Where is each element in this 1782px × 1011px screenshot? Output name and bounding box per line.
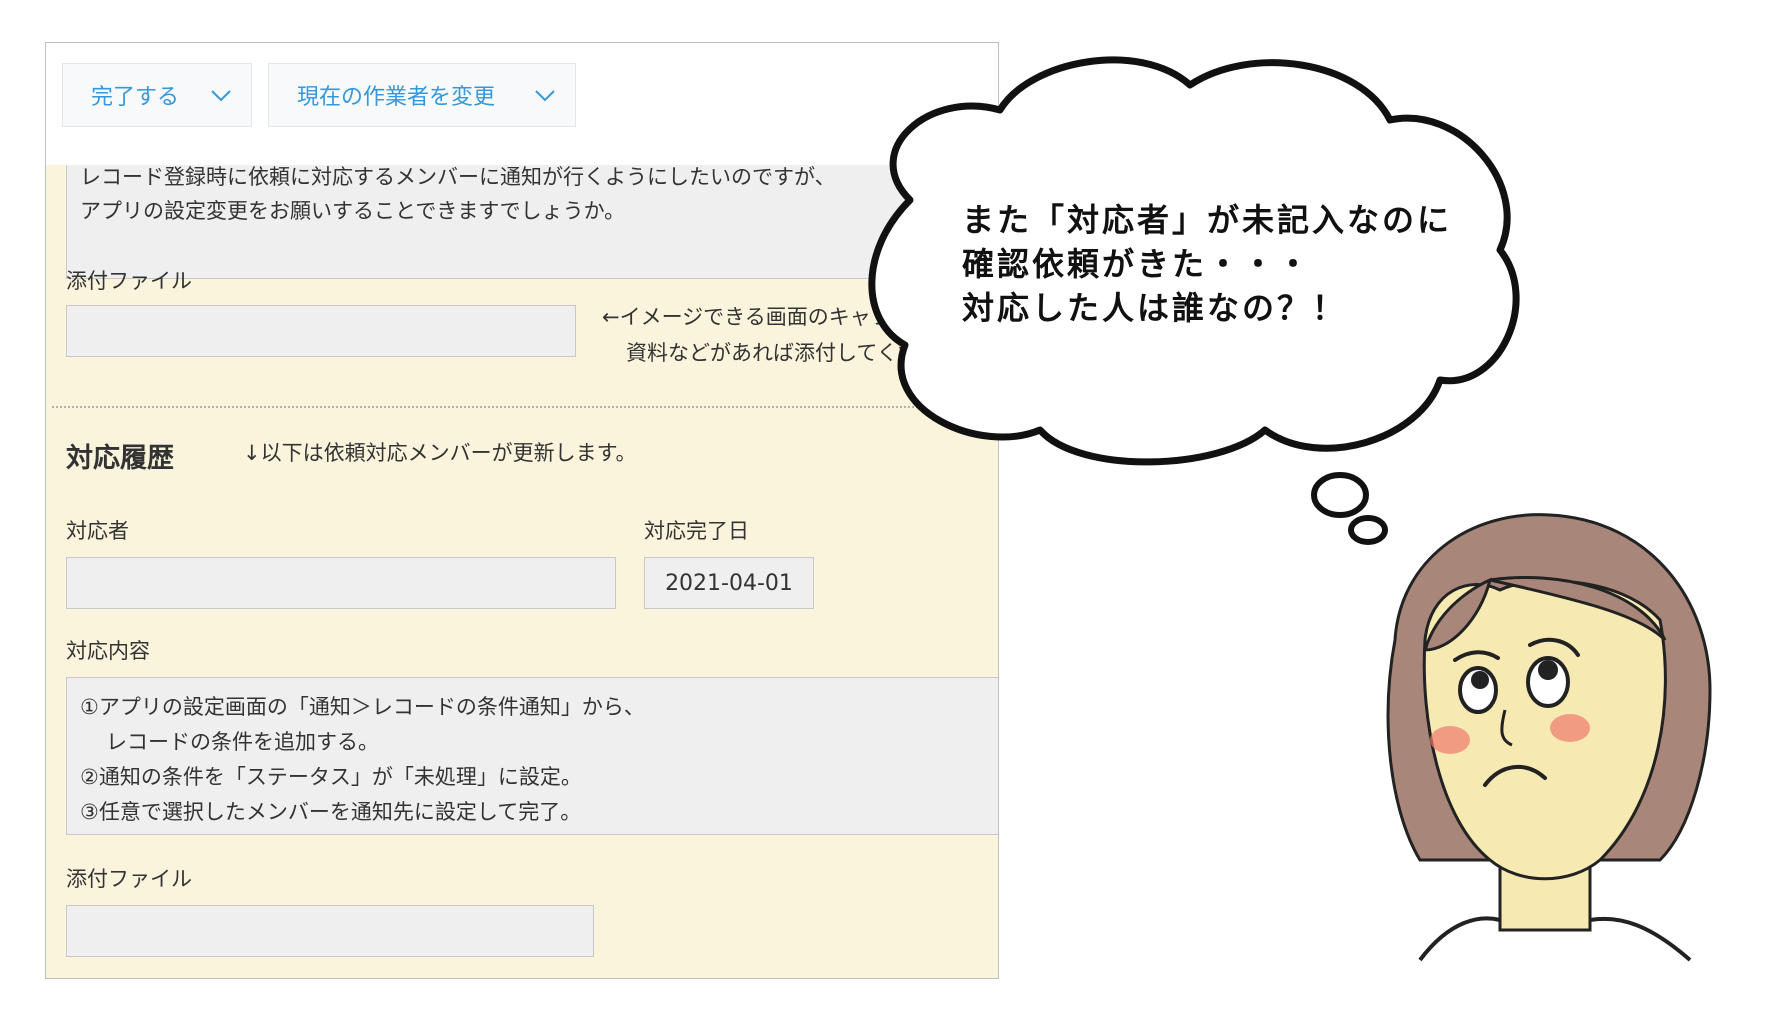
history-section-note: ↓以下は依頼対応メンバーが更新します。 — [243, 441, 637, 465]
chevron-down-icon — [535, 90, 555, 102]
worried-woman-icon — [1386, 513, 1712, 962]
responder-label: 対応者 — [66, 519, 129, 543]
toolbar: 完了する 現在の作業者を変更 — [46, 43, 998, 165]
section-divider — [52, 406, 998, 408]
details-line-4: ③任意で選択したメンバーを通知先に設定して完了。 — [80, 800, 582, 824]
thought-dot-small-icon — [1348, 515, 1388, 545]
history-attachment-label: 添付ファイル — [66, 867, 192, 891]
request-attachment-label: 添付ファイル — [66, 269, 192, 293]
details-line-1: ①アプリの設定画面の「通知＞レコードの条件通知」から、 — [80, 695, 645, 719]
thought-bubble-text: また「対応者」が未記入なのに 確認依頼がきた・・・ 対応した人は誰なの？！ — [962, 198, 1452, 330]
complete-action-button[interactable]: 完了する — [62, 63, 252, 127]
change-assignee-button[interactable]: 現在の作業者を変更 — [268, 63, 576, 127]
thought-line-1: また「対応者」が未記入なのに — [962, 201, 1453, 239]
history-attachment-field[interactable] — [66, 905, 594, 957]
complete-action-label: 完了する — [91, 85, 180, 110]
request-attachment-field[interactable] — [66, 305, 576, 357]
thought-line-3: 対応した人は誰なの？！ — [962, 289, 1348, 327]
attachment-hint-line-2: 資料などがあれば添付してください。 — [626, 341, 982, 365]
request-content-line-2: アプリの設定変更をお願いすることできますでしょうか。 — [80, 199, 626, 223]
chevron-down-icon — [211, 90, 231, 102]
attachment-hint-line-1: ←イメージできる画面のキャプチャや — [602, 305, 955, 329]
thought-dot-large-icon — [1311, 472, 1369, 518]
details-line-2: レコードの条件を追加する。 — [106, 730, 379, 754]
completion-date-value: 2021-04-01 — [665, 570, 793, 596]
change-assignee-label: 現在の作業者を変更 — [297, 85, 496, 110]
completion-date-field[interactable]: 2021-04-01 — [644, 557, 814, 609]
completion-date-label: 対応完了日 — [644, 519, 749, 543]
responder-field[interactable] — [66, 557, 616, 609]
scene: レコード登録時に依頼に対応するメンバーに通知が行くようにしたいのですが、 アプリ… — [0, 0, 1782, 1011]
history-section-title: 対応履歴 — [66, 443, 174, 474]
thought-line-2: 確認依頼がきた・・・ — [962, 245, 1313, 283]
record-form-panel: レコード登録時に依頼に対応するメンバーに通知が行くようにしたいのですが、 アプリ… — [45, 42, 999, 979]
details-line-3: ②通知の条件を「ステータス」が「未処理」に設定。 — [80, 765, 582, 789]
request-content-line-1: レコード登録時に依頼に対応するメンバーに通知が行くようにしたいのですが、 — [80, 165, 836, 189]
details-label: 対応内容 — [66, 639, 150, 663]
